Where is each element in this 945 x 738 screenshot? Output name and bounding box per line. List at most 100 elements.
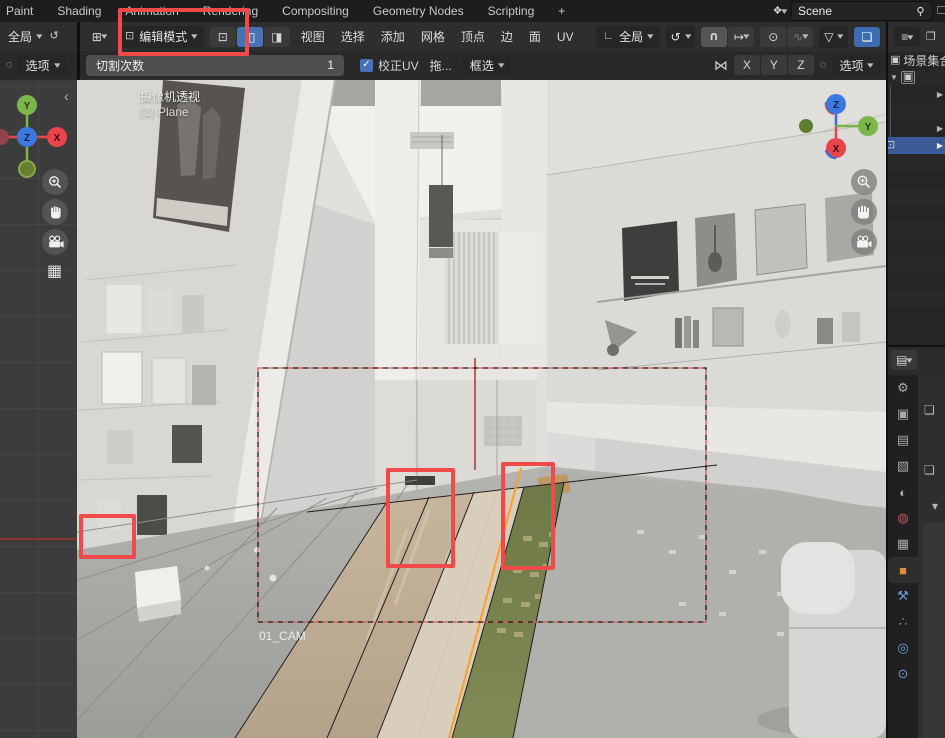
frame-icon[interactable]: ❏ [924,463,935,477]
axes-icon: ∟ [603,31,614,42]
tab-geometry-nodes[interactable]: Geometry Nodes [373,4,464,18]
tab-collection[interactable]: ▦ [888,531,918,557]
frame-icon[interactable]: ❏ [924,403,935,417]
zoom-button[interactable] [42,169,68,195]
tab-scripting[interactable]: Scripting [488,4,535,18]
outliner-editor-button[interactable]: ≡▾ [894,27,920,47]
outliner-row-item[interactable]: ▶ [888,86,945,103]
new-scene-button[interactable]: ❐ [937,6,945,17]
properties-editor-button[interactable]: ▤▾ [891,350,917,370]
tab-paint[interactable]: Paint [6,4,33,18]
axis-neg-y-ball[interactable] [19,161,35,177]
box-select-dropdown[interactable]: 框选▾ [463,55,511,75]
secondary-viewport[interactable]: Y Z X ‹ [0,80,77,738]
menu-add[interactable]: 添加 [376,28,410,45]
falloff-dropdown[interactable]: ∿▾ [787,27,813,47]
editor-type-button[interactable]: ⊞▾ [86,27,112,47]
collapse-arrow-icon[interactable]: ‹ [64,88,69,104]
menu-vertex[interactable]: 顶点 [456,28,490,45]
add-workspace-button[interactable]: + [558,4,565,18]
expand-arrow-icon[interactable]: ▶ [937,124,943,133]
orientation-dropdown[interactable]: ∟ 全局▾ [596,26,659,48]
main-viewport[interactable]: 01_CAM Z Y X [77,80,886,738]
tab-output[interactable]: ▤ [888,427,918,453]
pivot-dropdown[interactable]: ↺▾ [666,26,696,48]
tab-render[interactable]: ▣ [888,401,918,427]
tab-world[interactable]: ◍ [888,505,918,531]
axis-neg-x-ball[interactable] [0,129,9,145]
proportional-edit-toggle[interactable]: ⊙ [760,27,786,47]
svg-text:Z: Z [24,133,30,144]
scene-selector-icon[interactable]: ❖▾ [773,6,787,17]
left-orientation-dropdown[interactable]: 全局▾ [6,26,44,48]
tab-compositing[interactable]: Compositing [282,4,349,18]
menu-uv[interactable]: UV [552,30,579,44]
mirror-y-button[interactable]: Y [761,55,787,75]
grid-toggle-icon[interactable]: ▦ [47,261,62,281]
outliner-row-scene-collection[interactable]: ▣ 场景集合 [888,52,945,69]
outliner-filter-icon[interactable]: ❐ [926,32,936,43]
menu-view[interactable]: 视图 [296,28,330,45]
mirror-z-button[interactable]: Z [788,55,814,75]
svg-text:X: X [54,133,61,144]
section-chevron-icon[interactable]: ▾ [932,499,938,513]
tab-view-layer[interactable]: ▧ [888,453,918,479]
checkmark-icon: ✓ [360,59,373,72]
tab-scene[interactable]: ◐ [888,479,918,505]
left-options-dropdown[interactable]: 选项▾ [19,55,67,75]
outliner-row-collection[interactable]: ▼ ▣ [888,69,945,86]
blender-window: Paint Shading Animation Rendering Compos… [0,0,945,738]
tab-constraints[interactable]: ⊙ [888,661,918,687]
tab-shading[interactable]: Shading [57,4,101,18]
tab-particles[interactable]: ∴ [888,609,918,635]
mirror-x-button[interactable]: X [734,55,760,75]
magnifier-icon [47,174,63,190]
tab-modifiers[interactable]: ⚒ [888,583,918,609]
outliner-row-item[interactable]: ▶ [888,120,945,137]
annotation-floor-left-region [386,468,455,568]
proportional-falloff-icon[interactable]: ◌ [820,60,827,71]
active-collection-icon: ▣ [901,71,915,84]
viewport-scene[interactable]: 01_CAM Z Y X [77,80,886,738]
tool-options-dropdown[interactable]: 选项▾ [832,55,880,75]
collapse-arrow-icon[interactable]: ‹ [877,89,882,105]
snap-target-dropdown[interactable]: ↦▾ [728,27,754,47]
pivot-icon[interactable]: ↺ [50,31,59,42]
zoom-button[interactable] [851,169,877,195]
expand-arrow-icon[interactable]: ▶ [937,90,943,99]
svg-text:Y: Y [865,122,872,133]
camera-name-label: 01_CAM [259,629,306,643]
drag-label: 拖... [425,57,457,74]
tab-tool[interactable]: ⚙ [888,375,918,401]
annotation-edit-mode-dropdown [118,8,249,56]
menu-face[interactable]: 面 [524,28,546,45]
cuts-slider[interactable]: 切割次数 1 [86,55,344,76]
outliner-row-item[interactable] [888,103,945,120]
pan-button[interactable] [42,199,68,225]
scene-name: Scene [798,4,832,18]
annotation-loop-cut-tool [79,514,136,559]
tab-physics[interactable]: ◎ [888,635,918,661]
outliner-row-selected-object[interactable]: ⊡ ▶ [888,137,945,154]
mirror-icon: ⋈ [714,58,728,72]
correct-uv-checkbox[interactable]: ✓ 校正UV [360,57,419,74]
camera-view-button[interactable] [851,229,877,255]
disclosure-triangle-icon[interactable]: ▼ [890,73,898,82]
tab-object[interactable]: ■ [888,557,918,583]
axis-neg-y-ball[interactable] [799,119,813,133]
menu-mesh[interactable]: 网格 [416,28,450,45]
scene-name-field[interactable]: Scene [791,1,933,21]
xray-toggle[interactable]: ❏ [854,27,880,47]
proportional-edit-icon[interactable]: ◌ [6,60,13,71]
pan-button[interactable] [851,199,877,225]
annotation-floor-right-region [501,462,555,570]
pin-icon[interactable] [915,6,926,17]
properties-tabs: ⚙ ▣ ▤ ▧ ◐ ◍ ▦ ■ ⚒ ∴ ◎ ⊙ [888,375,918,738]
face-select-button[interactable]: ◨ [264,27,290,47]
menu-edge[interactable]: 边 [496,28,518,45]
camera-view-button[interactable] [42,229,68,255]
visibility-filter-dropdown[interactable]: ▽▾ [819,26,848,48]
snap-magnet-icon[interactable]: ∪ [701,27,727,47]
expand-arrow-icon[interactable]: ▶ [937,141,943,150]
menu-select[interactable]: 选择 [336,28,370,45]
